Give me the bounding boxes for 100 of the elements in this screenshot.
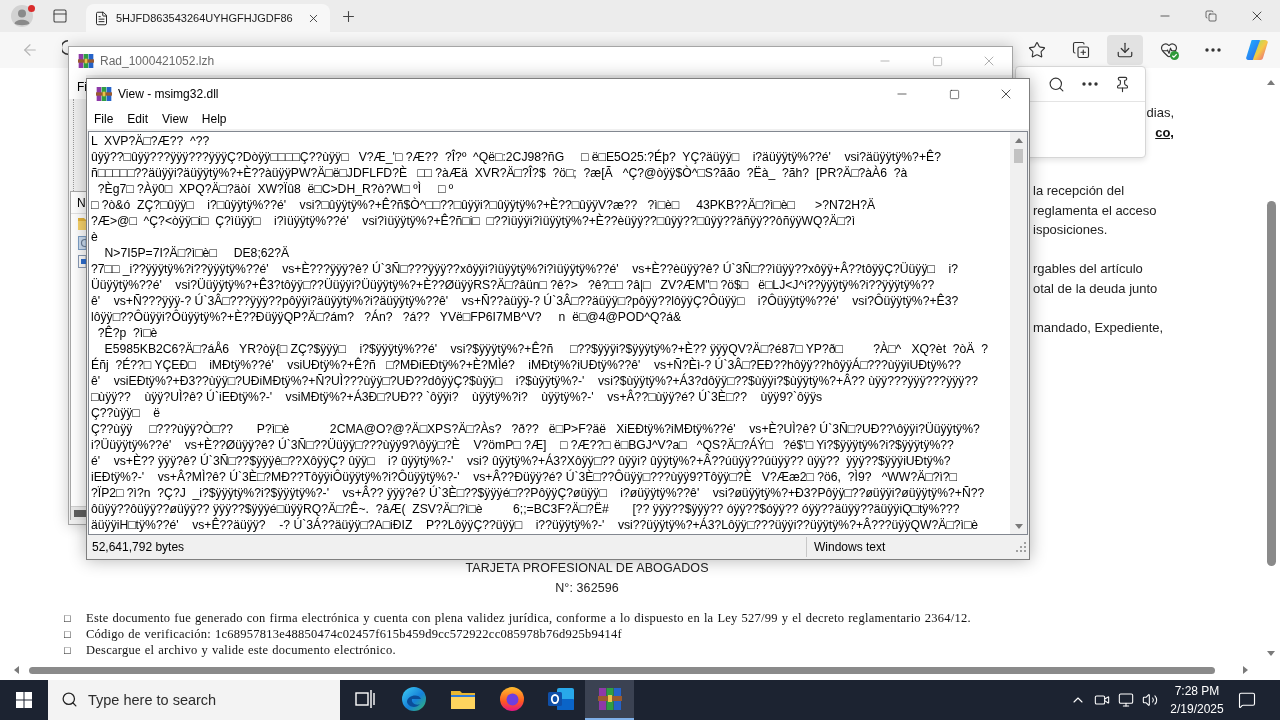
encoding-label: Windows text bbox=[813, 540, 887, 554]
windows-logo-icon bbox=[16, 692, 32, 708]
text-line: □ùÿÿ?? ùÿÿ?UÌ?ê? Ú`iEÐtÿ%?-' vsiMÐtÿ%?+Á3Ð□?UÐ?? `ôÿÿi? ùÿÿtÿ%?i? ùÿÿtÿ%?-' vs+Â??□ùÿÿ?é? Ú`3È□?? ùÿÿ9?`ôÿÿs bbox=[91, 389, 823, 405]
scroll-thumb[interactable] bbox=[29, 666, 1215, 674]
scroll-up-arrow-icon[interactable] bbox=[1014, 138, 1023, 143]
camera-icon bbox=[1094, 692, 1110, 708]
file-size: 52,641,792 bytes bbox=[91, 540, 186, 554]
mail-logo-icon bbox=[547, 688, 574, 710]
folder-icon[interactable] bbox=[78, 217, 86, 230]
scroll-thumb[interactable] bbox=[1014, 149, 1023, 163]
refresh-button[interactable] bbox=[62, 40, 68, 56]
text-line: äüÿÿiH□tÿ%??é' vs+Ê??äüÿÿ? -? Ú`3Á??äüÿÿ□?A□iÐIZ P??LôÿÿÇ??üÿÿ□ i??üÿÿtÿ%?-' vsi??üÿÿtÿ%?+Á3?Lôÿÿ□???üÿÿi??üÿÿtÿ%?+Â???üÿÿQW?Ä□?ì□è bbox=[91, 517, 979, 533]
text-line: Ç??ùÿÿ□ ë bbox=[91, 405, 160, 421]
bullet-glyph: □ bbox=[64, 612, 72, 624]
text-line: ê' vsiEÐtÿ%?+Ð3??ùÿÿ□?UÐiMÐtÿ%?+Ñ?UÌ???ùÿÿ□?UÐ??dôÿÿÇ?$ùÿÿ□ i?$ùÿÿtÿ%?-' vsi?$ùÿÿtÿ%?+Á3?dôÿÿ□??$ùÿÿi?$ùÿÿtÿ%?+Â?? ùÿÿ???ÿÿÿ???ÿÿÿ?? bbox=[91, 373, 978, 389]
text-line: é' vs+È?? ÿÿÿ?ê? Ú`3Ñ□??$ÿÿÿê□??XôÿÿÇ? ûÿÿ□ i? ûÿÿtÿ%?-' vsi? ûÿÿtÿ%?+Á3?Xôÿÿ□?? ûÿÿi? ûÿÿtÿ%?+Â??úüÿÿ??úüÿÿ?? ûÿÿ?? ÿÿÿ??$ÿÿÿiUÐtÿ%? bbox=[91, 453, 951, 469]
note-text: Código de verificación: 1c68957813e48850474c02457f615b459d9cc572922cc085978b76d925b9414f bbox=[86, 626, 622, 642]
text-line: ?7□□ _i??ÿÿÿtÿ%?i??ÿÿÿtÿ%??é' vs+È???ÿÿÿ?ê? Ú`3Ñ□???ÿÿÿ??xôÿÿi?ìüÿÿtÿ%?i?ìüÿÿtÿ%??é' vs+È??èüÿÿ?ê? Ú`3Ñ□??ìüÿÿ??xôÿÿ+Â??tôÿÿÇ?Üüÿÿ□ i? bbox=[91, 261, 958, 277]
text-line: ûÿÿ??□ûÿÿ???ÿÿÿ???ÿÿÿÇ?Dòÿÿ□□□□Ç??ùÿÿ□ V?Æ_'□ ?Æ?? ?Î?º ^Që□:2CJ98?ñG □ ë□E5O25:?Éþ? YÇ?äüÿÿ□ i?äüÿÿtÿ%??é' vsi?äüÿÿtÿ%?+Ê? bbox=[91, 149, 941, 165]
text-line: Ç??ùÿÿ □???ùÿÿ?Ò□?? P?ì□è 2CMA@O?@?Ä□XPS?Ä□?Às? ?ð?? ë□P>F?äë XiEÐtÿ%?iMÐtÿ%??é' vs+È?UÌ?ê? Ú`3Ñ□?UÐ??\ôÿÿi?Üüÿÿtÿ%? bbox=[91, 421, 980, 437]
text-line: ?ÏP2□ ?ì?n ?Ç?J _i?$ÿÿÿtÿ%?i?$ÿÿÿtÿ%?-' vs+Â?? ÿÿÿ?é? Ú`3È□??$ÿÿÿé□??PôÿÿÇ?øüÿÿ□ i?øüÿÿtÿ%??ê' vsi?øüÿÿtÿ%?+Ð3?Pôÿÿ□??øüÿÿi?øüÿÿtÿ%?+Ñ?? bbox=[91, 485, 985, 501]
search-field[interactable]: Type here to search bbox=[48, 680, 340, 720]
heart-pulse-icon bbox=[1160, 41, 1178, 59]
document-text: reglamenta el acceso bbox=[1033, 201, 1157, 220]
archive-books-icon bbox=[96, 86, 112, 102]
document-text: isposiciones. bbox=[1033, 221, 1108, 239]
text-line: è bbox=[91, 229, 98, 245]
panel-icon bbox=[52, 8, 68, 24]
menu-item[interactable]: View bbox=[155, 112, 195, 126]
scroll-right-arrow-icon[interactable] bbox=[1243, 666, 1248, 674]
horizontal-scrollbar[interactable] bbox=[71, 506, 86, 520]
clock[interactable]: 7:28 PM 2/19/2025 bbox=[1167, 680, 1227, 720]
document-text: rgables del artículo bbox=[1033, 260, 1143, 278]
search-icon bbox=[61, 691, 78, 708]
text-line: iEÐtÿ%?-' vs+Â?MÌ?ê? Ú`3È□?MÐ??TôÿÿiÔüÿÿtÿ%?i?Ôüÿÿtÿ%?-' vs+Â??Ðüÿÿ?é? Ú`3È□??Ôüÿÿ□???ùÿÿ9?Tôÿÿ□?È V?Ææ2□ ?ö6, ?Ì9? ^WW?Ä□?ì?□ bbox=[91, 469, 957, 485]
text-line: i?Üüÿÿtÿ%??é' vs+È??Øüÿÿ?ê? Ú`3Ñ□??Üüÿÿ□???ùÿÿ9?\ôÿÿ□?È V?ömP□ ?Æ] □ ?Æ??□ ë□BGJ^V?a□ ^QS?Ä□?ÁÝ□ ?é$'□ Yi?$ÿÿÿtÿ%?i?$ÿÿÿtÿ%?? bbox=[91, 437, 954, 453]
scroll-left-arrow-icon[interactable] bbox=[14, 666, 19, 674]
window-title: View - msimg32.dll bbox=[118, 87, 220, 101]
maximize-icon bbox=[931, 55, 943, 67]
text-line: ñ□□□□□??äüÿÿi?äüÿÿtÿ%?+È??àüÿÿPW?Ä□ë□JDFLFD?È □□ ?àÆä XVR?Ä□?Î?$ ?ö□; ?æ[Ã ^Ç?@òÿÿ$Ò^□S?ãão ?Ëà_ ?ãh? [PR?Ä□?àÀ6 ?à bbox=[91, 165, 908, 181]
text-line: Üüÿÿtÿ%??é' vsi?Üüÿÿtÿ%?+Ê3?tôÿÿ□??Üüÿÿi?Üüÿÿtÿ%?+È??ØüÿÿRS?Ä□?âün□ ?ê?> ?ê?□□ ?â|□ ZV?ÆM"□ ?ö$□ ë□LJ<J^i??ÿÿÿtÿ%?i??ÿÿÿtÿ%?? bbox=[91, 277, 935, 293]
scroll-down-arrow-icon[interactable] bbox=[1267, 651, 1275, 656]
scroll-thumb[interactable] bbox=[1266, 201, 1276, 566]
document-text: dias, bbox=[1146, 104, 1174, 122]
text-line: lôÿÿ□??Ôüÿÿi?Ôüÿÿtÿ%?+È??ÐüÿÿQP?Ä□?ám? ?Án? ?á?? YVë□FP6I7MB^V? n ë□@4@POD^Q?á& bbox=[91, 309, 682, 325]
task-view-icon bbox=[354, 690, 375, 708]
page-icon bbox=[94, 10, 109, 26]
text-line: ôüÿÿ??ôüÿÿ??øüÿÿ?? ÿÿÿ??$ÿÿÿé□üÿÿRQ?Ä□?Ê~. ?âÆ( ZSV?Ä□?ì□è 6;;=BC3F?Ä□?Ë# [?? ÿÿÿ??$ÿÿÿ?? óÿÿ??$óÿÿ?? óÿÿ??äüÿÿ??äüÿÿiQ□tÿ%??? bbox=[91, 501, 960, 517]
scroll-thumb[interactable] bbox=[74, 510, 86, 517]
menu-item[interactable]: Help bbox=[194, 112, 234, 126]
speaker-icon bbox=[1142, 692, 1158, 708]
menu-item[interactable]: File bbox=[87, 112, 121, 126]
archive-books-icon bbox=[78, 53, 94, 69]
note-text: Este documento fue generado con firma electrónica y cuenta con plena validez jurídica, conforme a lo dispuesto en la Ley 527/99 y el decreto reglamentario 2364/12. bbox=[86, 610, 971, 626]
window-title: Rad_1000421052.lzh bbox=[100, 54, 216, 68]
restore-icon bbox=[1205, 10, 1217, 22]
text-line: L XVP?Ä□?Æ?? ^?? bbox=[91, 133, 210, 149]
browser-tab[interactable]: 5HJFD863543264UYHGFHJGDF86 bbox=[86, 4, 330, 32]
bullet-glyph: □ bbox=[64, 644, 72, 656]
text-line: ?Ê?p ?ì□è bbox=[96, 325, 158, 341]
scroll-down-arrow-icon[interactable] bbox=[1014, 524, 1023, 529]
text-line: Éñj ?É??□ YÇEÐ□ iMÐtÿ%??é' vsiUÐtÿ%?+Ê?ñ □?MÐiEÐtÿ%?+È?MÌé? iMÐtÿ%?iUÐtÿ%??ê' vs+Ñ?Èì-? Ú`3Â□?EÐ??hôÿÿ??hôÿÿÁ□???ùÿÿiUÐtÿ%?? bbox=[91, 357, 961, 373]
text-line: □ ?ò&ó ZÇ?□ûÿÿ□ i?□ûÿÿtÿ%??é' vsi?□ûÿÿtÿ%?+Ê?ñ$Ò^□□??□ûÿÿi?□ûÿÿtÿ%?+È??□ûÿÿV?æ?? ?ì□è□ 43PKB??Ä□?ì□è□ >?N72H?Ä bbox=[91, 197, 876, 213]
document-text: la recepción del bbox=[1033, 182, 1125, 200]
pin-icon bbox=[1114, 75, 1131, 93]
resize-grip-icon[interactable] bbox=[1016, 542, 1026, 552]
ellipsis-icon bbox=[1205, 48, 1221, 52]
collections-icon bbox=[1072, 41, 1090, 59]
downloads-button[interactable] bbox=[1107, 35, 1143, 65]
text-line: ê' vs+Ñ???ÿÿÿ-? Ú`3Â□???ÿÿÿ??pôÿÿi?äüÿÿtÿ%?i?äüÿÿtÿ%??ê' vs+Ñ??àüÿÿ-? Ú`3Â□??äüÿÿ□?pôÿÿ??lôÿÿÇ?Ôüÿÿ□ i?Ôüÿÿtÿ%??é' vsi?Ôüÿÿtÿ%?+Ê3? bbox=[91, 293, 959, 309]
search-icon bbox=[1048, 75, 1065, 93]
menu-item[interactable]: Edit bbox=[120, 112, 156, 126]
fox-globe-icon bbox=[499, 687, 524, 711]
archive-books-icon bbox=[597, 688, 622, 710]
bullet-glyph: □ bbox=[64, 628, 72, 640]
text-line: E5985KB2C6?Ä□?áÅ6 YR?òÿ{□ ZÇ?$ÿÿÿ□ i?$ÿÿÿtÿ%??é' vsi?$ÿÿÿtÿ%?+Ê?ñ □??$ÿÿÿi?$ÿÿÿtÿ%?+È?? ÿÿÿQV?Ä□?é87□ YP?ð□ ?À□^ XQ?èt ?òÄ ? bbox=[103, 341, 989, 357]
scroll-up-arrow-icon[interactable] bbox=[1267, 80, 1275, 85]
notification-dot-icon bbox=[28, 5, 35, 12]
document-link[interactable]: co, bbox=[1155, 122, 1174, 142]
avatar-icon bbox=[11, 5, 33, 27]
text-line: N>7I5P=7I?Ä□?ì□è□ DE8;62?Ä bbox=[103, 245, 290, 261]
swirl-logo-icon bbox=[1246, 40, 1268, 60]
ellipsis-icon bbox=[1081, 82, 1098, 86]
document-text: otal de la deuda junto bbox=[1033, 279, 1158, 298]
note-text: Descargue el archivo y valide este documento electrónico. bbox=[86, 642, 396, 658]
maximize-icon bbox=[948, 88, 960, 100]
download-icon bbox=[1116, 41, 1134, 59]
document-heading: TARJETA PROFESIONAL DE ABOGADOS bbox=[465, 560, 709, 577]
folder-icon bbox=[450, 689, 475, 709]
text-line: ?Èg7□ ?Àÿ0□ XPQ?Ä□?äòí XW?Ïû8 ë□C>DH_R?ò?W□ ºÌ □ º bbox=[96, 181, 454, 197]
star-icon bbox=[1028, 41, 1046, 59]
monitor-icon bbox=[1118, 692, 1134, 708]
text-line: ?Æ>@□ ^Ç?<òÿÿ□i□ Ç?ìüÿÿ□ i?ìüÿÿtÿ%??é' vsi?ìüÿÿtÿ%?+Ê?ñ□i□ □??ìüÿÿi?ìüÿÿtÿ%?+È??èüÿÿ??□ûÿÿ??□ûÿÿ??äñÿÿ??ôñÿÿWQ?Ä□?ì bbox=[91, 213, 856, 229]
document-text: mandado, Expediente, bbox=[1033, 318, 1164, 337]
edge-logo-icon bbox=[401, 687, 426, 711]
check-badge-icon bbox=[1170, 51, 1179, 60]
clock-date: 2/19/2025 bbox=[1170, 701, 1224, 718]
refresh-icon bbox=[62, 40, 68, 55]
speech-bubble-icon bbox=[1238, 691, 1256, 709]
vertical-scrollbar[interactable] bbox=[1010, 132, 1027, 534]
